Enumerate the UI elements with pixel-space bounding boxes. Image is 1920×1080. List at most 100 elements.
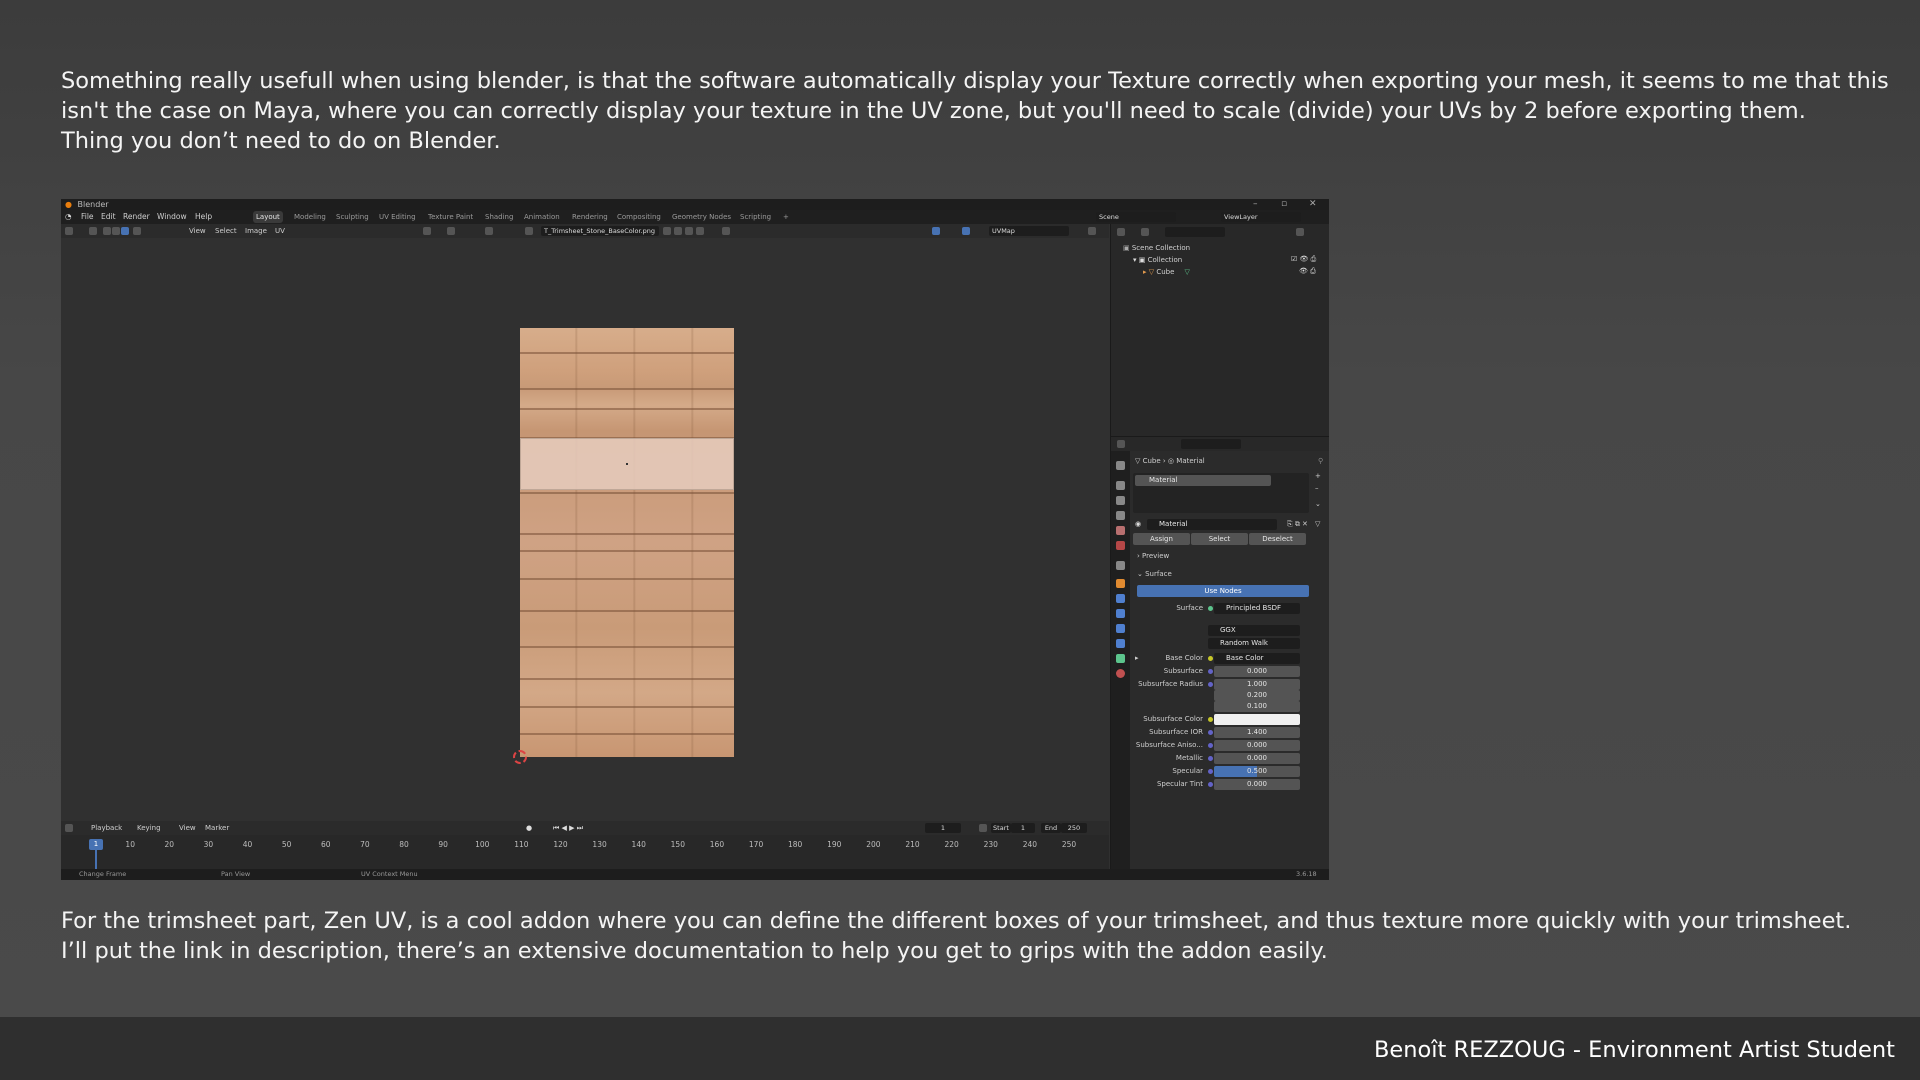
maximize-icon[interactable]: ▫ — [1281, 199, 1287, 210]
assign-button[interactable]: Assign — [1133, 533, 1190, 545]
menu-image[interactable]: Image — [245, 226, 267, 236]
pin-icon[interactable] — [722, 227, 730, 235]
data-tab-icon[interactable] — [1116, 654, 1125, 663]
tab-uv-editing[interactable]: UV Editing — [376, 211, 419, 223]
start-frame-field[interactable]: 1 — [1011, 823, 1035, 833]
display-channels-icon[interactable] — [1088, 227, 1096, 235]
subsurface-radius-z-field[interactable]: 0.100 — [1214, 701, 1300, 712]
distribution-select[interactable]: GGX — [1208, 625, 1300, 636]
uv-viewport[interactable] — [61, 238, 1109, 861]
proportional-edit-icon[interactable] — [485, 227, 493, 235]
scene-tab-icon[interactable] — [1116, 526, 1125, 535]
tab-modeling[interactable]: Modeling — [291, 211, 329, 223]
slot-menu-chevron-icon[interactable]: ⌄ — [1315, 499, 1321, 510]
subsurface-color-swatch[interactable] — [1214, 714, 1300, 725]
timeline-menu-keying[interactable]: Keying — [137, 823, 161, 833]
outliner-search-input[interactable] — [1165, 227, 1225, 237]
collection-tab-icon[interactable] — [1116, 561, 1125, 570]
material-browse-icon[interactable]: ◉ — [1135, 519, 1141, 530]
pivot-icon[interactable] — [423, 227, 431, 235]
render-tab-icon[interactable] — [1116, 481, 1125, 490]
snap-icon[interactable] — [447, 227, 455, 235]
add-workspace-button[interactable]: + — [780, 211, 792, 223]
blender-menu-icon[interactable]: ◔ — [65, 210, 72, 224]
preview-panel-header[interactable]: › Preview — [1137, 551, 1169, 562]
fake-user-icon[interactable] — [663, 227, 671, 235]
select-mode-island-icon[interactable] — [133, 227, 141, 235]
outliner-editor-type-icon[interactable] — [1117, 228, 1125, 236]
timeline-menu-marker[interactable]: Marker — [205, 823, 229, 833]
display-mode-icon[interactable] — [1141, 228, 1149, 236]
cube-visibility-icons[interactable]: 👁 ⎙ — [1299, 266, 1316, 277]
surface-shader-field[interactable]: Principled BSDF — [1214, 603, 1300, 614]
filter-icon[interactable] — [1296, 228, 1304, 236]
specular-field[interactable]: 0.500 — [1214, 766, 1300, 777]
2d-cursor-icon[interactable] — [513, 750, 527, 764]
material-slot-item[interactable]: Material — [1135, 475, 1271, 486]
material-tab-icon[interactable] — [1116, 669, 1125, 678]
tab-compositing[interactable]: Compositing — [614, 211, 664, 223]
sync-selection-icon[interactable] — [89, 227, 97, 235]
visibility-icons[interactable]: ☑ 👁 ⎙ — [1291, 254, 1316, 265]
new-image-icon[interactable] — [674, 227, 682, 235]
material-filter-icon[interactable]: ▽ — [1315, 519, 1320, 530]
cube-object-row[interactable]: ▸ ▽ Cube ▽ — [1111, 266, 1329, 278]
use-nodes-button[interactable]: Use Nodes — [1137, 585, 1309, 597]
surface-panel-header[interactable]: ⌄ Surface — [1137, 569, 1172, 580]
menu-edit[interactable]: Edit — [101, 210, 116, 224]
menu-view[interactable]: View — [189, 226, 206, 236]
constraints-tab-icon[interactable] — [1116, 639, 1125, 648]
editor-type-icon[interactable] — [65, 227, 73, 235]
tab-animation[interactable]: Animation — [521, 211, 563, 223]
tab-geometry-nodes[interactable]: Geometry Nodes — [669, 211, 734, 223]
properties-editor-type-icon[interactable] — [1117, 440, 1125, 448]
scene-selector[interactable]: Scene — [1096, 212, 1176, 222]
object-tab-icon[interactable] — [1116, 579, 1125, 588]
material-actions-icons[interactable]: ⎘ ⧉ ✕ — [1287, 519, 1308, 530]
select-mode-vertex-icon[interactable] — [103, 227, 111, 235]
select-mode-face-icon[interactable] — [121, 227, 129, 235]
view-layer-tab-icon[interactable] — [1116, 511, 1125, 520]
scene-collection-row[interactable]: ▣ Scene Collection — [1111, 242, 1329, 254]
menu-window[interactable]: Window — [157, 210, 187, 224]
subsurface-radius-x-field[interactable]: 1.000 — [1214, 679, 1300, 690]
tab-scripting[interactable]: Scripting — [737, 211, 774, 223]
menu-uv[interactable]: UV — [275, 226, 285, 236]
subsurface-field[interactable]: 0.000 — [1214, 666, 1300, 677]
world-tab-icon[interactable] — [1116, 541, 1125, 550]
tab-rendering[interactable]: Rendering — [569, 211, 611, 223]
timeline-editor-type-icon[interactable] — [65, 824, 73, 832]
physics-tab-icon[interactable] — [1116, 624, 1125, 633]
tab-texture-paint[interactable]: Texture Paint — [425, 211, 476, 223]
select-mode-edge-icon[interactable] — [112, 227, 120, 235]
subsurface-ior-field[interactable]: 1.400 — [1214, 727, 1300, 738]
select-button[interactable]: Select — [1191, 533, 1248, 545]
clock-icon[interactable] — [979, 824, 987, 832]
modifier-tab-icon[interactable] — [1116, 594, 1125, 603]
current-frame-field[interactable]: 1 — [925, 823, 961, 833]
timeline-menu-view[interactable]: View — [179, 823, 196, 833]
tool-tab-icon[interactable] — [1116, 461, 1125, 470]
unlink-image-icon[interactable] — [696, 227, 704, 235]
remove-slot-button[interactable]: – — [1315, 483, 1319, 494]
subsurface-aniso-field[interactable]: 0.000 — [1214, 740, 1300, 751]
tab-sculpting[interactable]: Sculpting — [333, 211, 372, 223]
properties-search-input[interactable] — [1181, 439, 1241, 449]
record-icon[interactable]: ● — [526, 823, 532, 833]
end-frame-field[interactable]: 250 — [1061, 823, 1087, 833]
specular-tint-field[interactable]: 0.000 — [1214, 779, 1300, 790]
menu-file[interactable]: File — [81, 210, 94, 224]
timeline-menu-playback[interactable]: Playback — [91, 823, 122, 833]
overlay-icon[interactable] — [962, 227, 970, 235]
menu-render[interactable]: Render — [123, 210, 150, 224]
tab-shading[interactable]: Shading — [482, 211, 516, 223]
close-icon[interactable]: ✕ — [1309, 199, 1317, 210]
open-image-icon[interactable] — [685, 227, 693, 235]
output-tab-icon[interactable] — [1116, 496, 1125, 505]
particles-tab-icon[interactable] — [1116, 609, 1125, 618]
pin-properties-icon[interactable]: ⚲ — [1318, 456, 1323, 467]
gizmo-icon[interactable] — [932, 227, 940, 235]
add-slot-button[interactable]: + — [1315, 471, 1321, 482]
subsurface-radius-y-field[interactable]: 0.200 — [1214, 690, 1300, 701]
image-browse-icon[interactable] — [525, 227, 533, 235]
